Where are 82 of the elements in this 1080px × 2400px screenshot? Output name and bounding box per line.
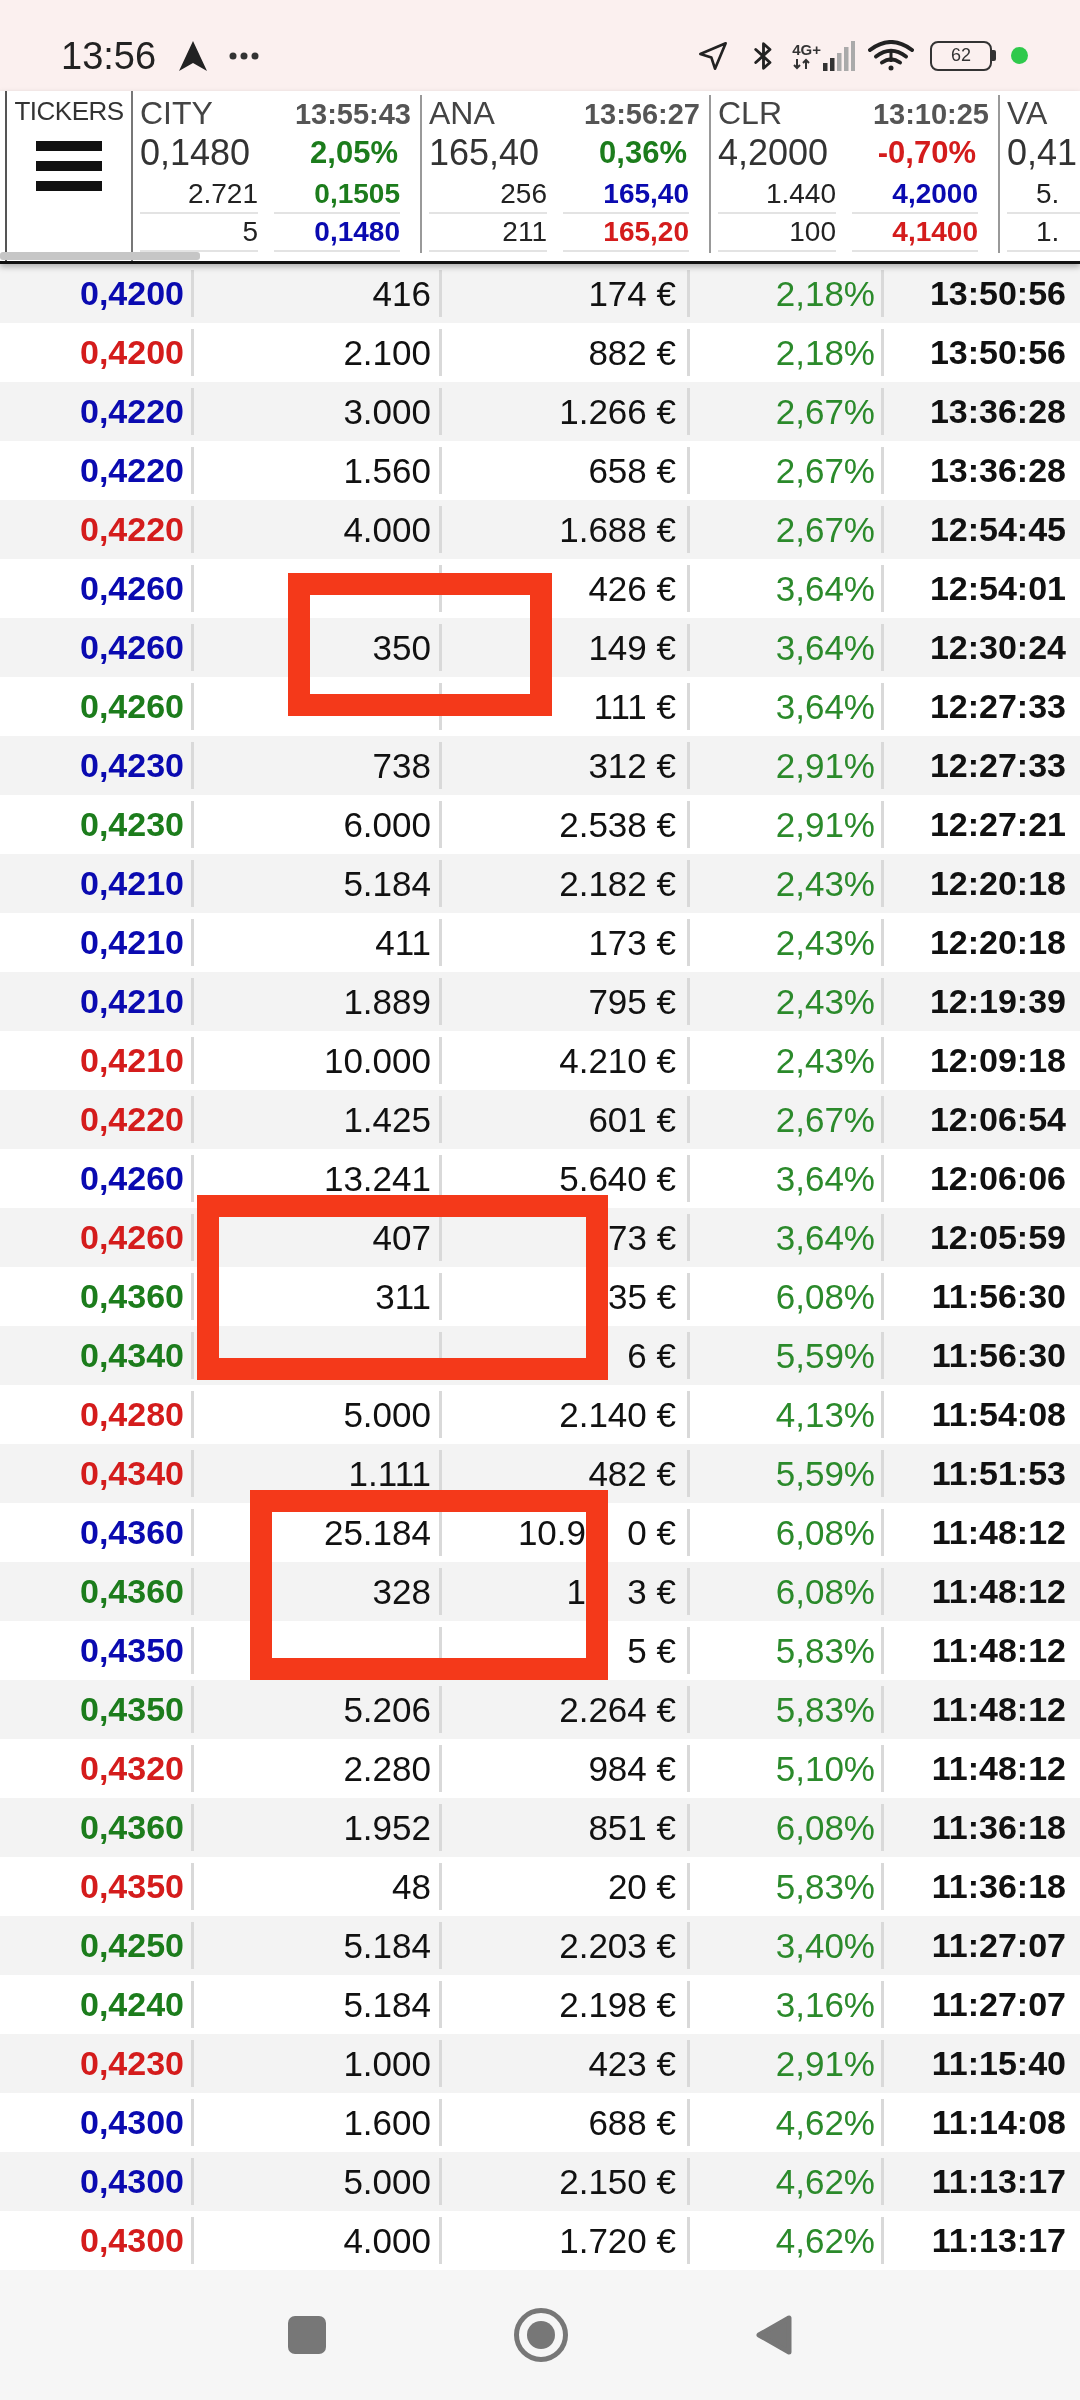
table-cell-text: 12:20:18 <box>928 863 1067 904</box>
home-icon[interactable] <box>514 2308 568 2362</box>
table-cell-text: 11:36:18 <box>930 1807 1067 1848</box>
table-cell-text: 12:20:18 <box>928 922 1067 963</box>
table-cell-text: 0 € <box>626 1512 676 1553</box>
quote-price: 165,40 <box>563 176 689 214</box>
table-cell-text: 1 <box>566 1571 586 1612</box>
menu-icon[interactable] <box>36 141 102 191</box>
quote-time: 13:55:43 <box>294 98 411 130</box>
clock-time: 13:56 <box>61 33 157 78</box>
table-cell-text: 11:15:40 <box>930 2043 1067 2084</box>
table-cell-text: 13:50:56 <box>928 273 1067 314</box>
table-cell-text: 11:56:30 <box>930 1276 1067 1317</box>
last-price: 0,1480 <box>140 132 251 174</box>
table-cell-text: 11:27:07 <box>930 1925 1067 1966</box>
network-type-label: 4G+ <box>792 41 821 58</box>
table-cell-text: 6 € <box>626 1335 676 1376</box>
battery-indicator: 62 <box>930 40 996 71</box>
table-cell-text: 11:48:12 <box>930 1512 1067 1553</box>
last-price: 4,2000 <box>718 132 829 174</box>
table-cell-text: 35 € <box>608 1276 676 1317</box>
last-price: 0,41 <box>1007 132 1078 174</box>
price-change: 2,05% <box>310 135 398 171</box>
ticker-symbol: CITY <box>140 96 213 130</box>
quote-volume: 1.440 <box>718 176 836 214</box>
quote-price: 165,20 <box>563 214 689 252</box>
table-cell-text: 11:13:17 <box>930 2220 1067 2261</box>
quote-time: 13:56:27 <box>583 98 700 130</box>
table-cell-text: 12:30:24 <box>928 627 1067 668</box>
table-cell-text: 11:27:07 <box>930 1984 1067 2025</box>
last-price: 165,40 <box>429 132 540 174</box>
ticker-symbol: VA <box>1007 96 1048 130</box>
table-cell-text: 12:27:21 <box>928 804 1067 845</box>
quote-price: 4,2000 <box>852 176 978 214</box>
table-cell-text: 13:36:28 <box>928 450 1067 491</box>
quote-price: 0,1505 <box>274 176 400 214</box>
table-cell-text: 11:51:53 <box>930 1453 1067 1494</box>
ticker-symbol: ANA <box>429 96 495 130</box>
table-cell-text: 12:27:33 <box>928 745 1067 786</box>
signal-bars-icon <box>823 40 855 71</box>
table-cell-text: 12:06:54 <box>928 1099 1067 1140</box>
table-cell-text: 5 € <box>626 1630 676 1671</box>
back-icon[interactable] <box>756 2315 792 2355</box>
table-cell-text: 11:48:12 <box>930 1630 1067 1671</box>
table-cell-text: 73 € <box>608 1217 676 1258</box>
quote-price: 0,1480 <box>274 214 400 252</box>
table-cell-text: 13:36:28 <box>928 391 1067 432</box>
ticker-symbol: CLR <box>718 96 782 130</box>
quote-volume: 100 <box>718 214 836 252</box>
tickers-label: TICKERS <box>14 96 124 126</box>
table-cell-text: 11:48:12 <box>930 1748 1067 1789</box>
quote-time: 13:10:25 <box>872 98 989 130</box>
table-cell-text: 11:56:30 <box>930 1335 1067 1376</box>
status-dot-icon <box>1011 47 1028 64</box>
table-cell-text: 13:50:56 <box>928 332 1067 373</box>
table-cell-text: 12:54:01 <box>928 568 1067 609</box>
table-cell-text: 11:48:12 <box>930 1571 1067 1612</box>
table-cell-text: 3 € <box>626 1571 676 1612</box>
navigation-arrow-icon <box>179 40 208 71</box>
table-cell-text: 10.9 <box>517 1512 586 1553</box>
table-cell-text: 12:19:39 <box>928 981 1067 1022</box>
table-cell-text: 12:54:45 <box>928 509 1067 550</box>
price-change: 0,36% <box>599 135 687 171</box>
table-cell-text: 12:05:59 <box>928 1217 1067 1258</box>
table-cell-text: 12:27:33 <box>928 686 1067 727</box>
table-cell-text: 12:09:18 <box>928 1040 1067 1081</box>
price-change: -0,70% <box>877 135 976 171</box>
quote-volume: 5. <box>1007 176 1080 214</box>
quote-volume: 1. <box>1007 214 1080 252</box>
more-dots-icon <box>229 51 260 60</box>
table-cell-text: 12:06:06 <box>928 1158 1067 1199</box>
quote-price: 4,1400 <box>852 214 978 252</box>
table-cell-text: 11:48:12 <box>930 1689 1067 1730</box>
table-cell-text: 11:13:17 <box>930 2161 1067 2202</box>
wifi-icon <box>868 39 914 72</box>
table-cell-text: 11:36:18 <box>930 1866 1067 1907</box>
table-cell-text: 11:14:08 <box>930 2102 1067 2143</box>
square-icon[interactable] <box>288 2316 326 2354</box>
quote-volume: 256 <box>429 176 547 214</box>
table-cell-text: 11:54:08 <box>930 1394 1067 1435</box>
quote-volume: 211 <box>429 214 547 252</box>
quote-volume: 2.721 <box>140 176 258 214</box>
